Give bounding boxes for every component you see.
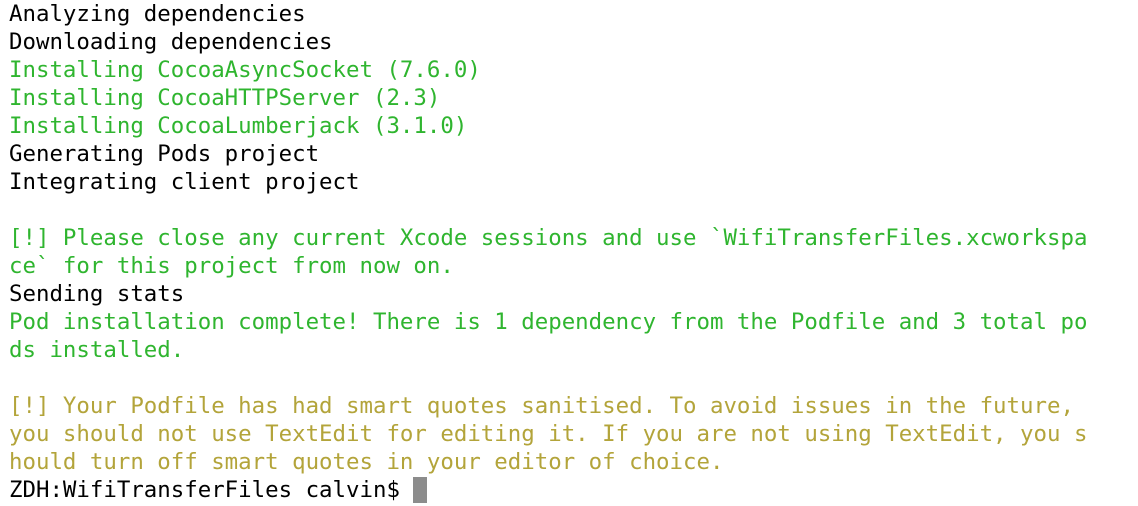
- output-line: Pod installation complete! There is 1 de…: [9, 309, 1088, 335]
- prompt-line[interactable]: ZDH:WifiTransferFiles calvin$: [9, 476, 1138, 504]
- output-line: ds installed.: [9, 337, 185, 363]
- output-line: ce` for this project from now on.: [9, 253, 454, 279]
- output-line: Installing CocoaHTTPServer (2.3): [9, 85, 441, 111]
- output-line: Sending stats: [9, 281, 185, 307]
- warning-line: [!] Your Podfile has had smart quotes sa…: [9, 393, 1074, 419]
- output-line: Analyzing dependencies: [9, 1, 306, 27]
- output-line: Downloading dependencies: [9, 29, 333, 55]
- output-line: [!] Please close any current Xcode sessi…: [9, 225, 1088, 251]
- warning-line: hould turn off smart quotes in your edit…: [9, 449, 724, 475]
- warning-line: you should not use TextEdit for editing …: [9, 421, 1088, 447]
- text-cursor: [413, 477, 428, 503]
- shell-prompt: ZDH:WifiTransferFiles calvin$: [9, 477, 414, 503]
- output-line: Integrating client project: [9, 169, 360, 195]
- output-line: Installing CocoaLumberjack (3.1.0): [9, 113, 468, 139]
- output-line: Installing CocoaAsyncSocket (7.6.0): [9, 57, 481, 83]
- output-line: Generating Pods project: [9, 141, 320, 167]
- terminal-window[interactable]: Analyzing dependencies Downloading depen…: [0, 0, 1138, 506]
